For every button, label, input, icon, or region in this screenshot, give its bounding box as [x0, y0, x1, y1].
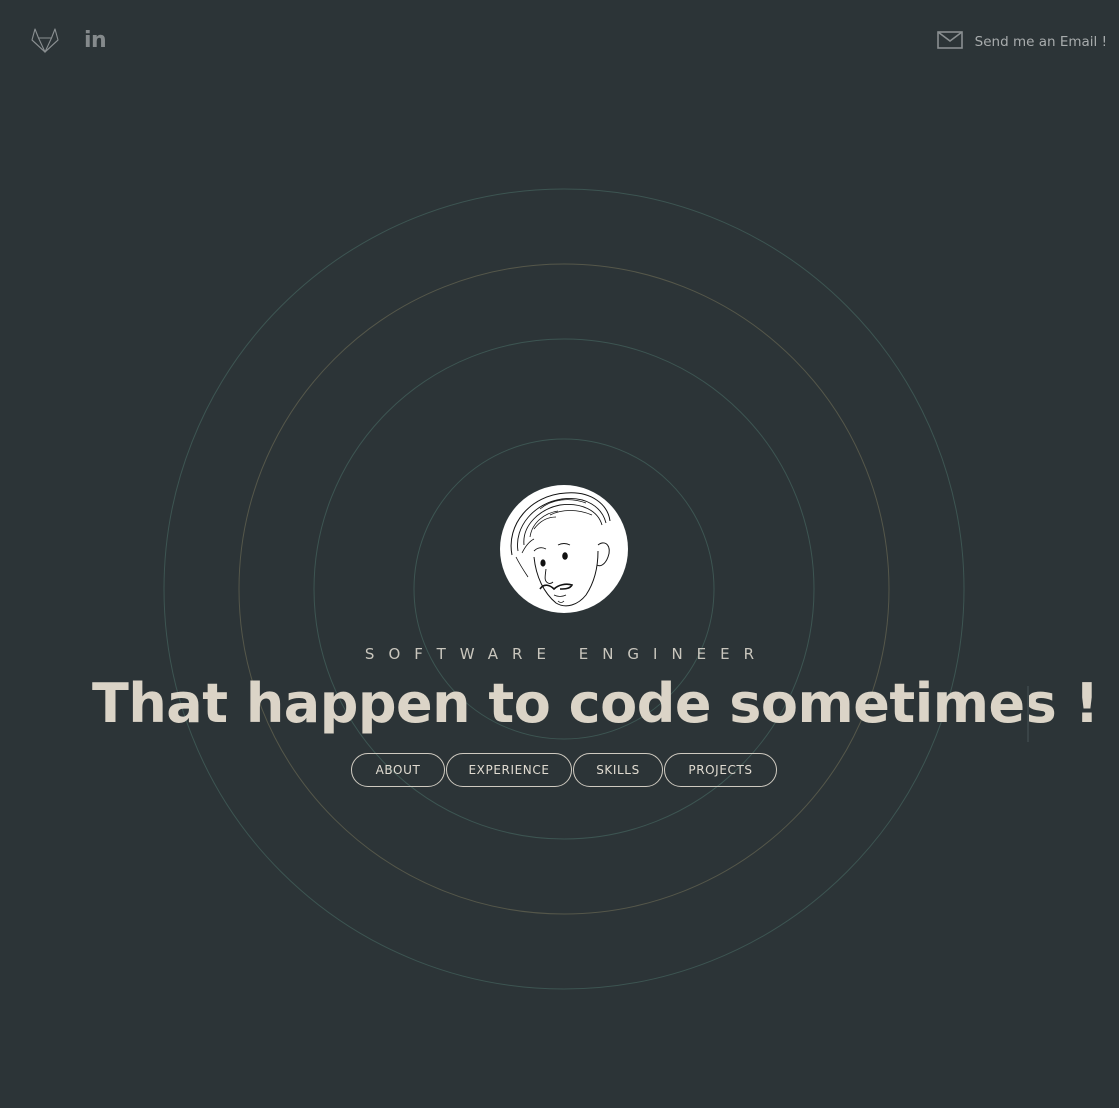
email-label: Send me an Email !	[974, 34, 1107, 50]
avatar	[500, 485, 628, 613]
email-link[interactable]: Send me an Email !	[936, 31, 1107, 53]
social-links: in	[30, 26, 107, 54]
envelope-icon	[936, 31, 963, 53]
nav-experience-button[interactable]: EXPERIENCE	[446, 753, 572, 787]
typing-caret	[1027, 686, 1029, 742]
nav-projects-button[interactable]: PROJECTS	[664, 753, 777, 787]
nav-skills-button[interactable]: SKILLS	[573, 753, 663, 787]
hero-headline: That happen to code sometimes !	[92, 672, 1099, 735]
nav-about-button[interactable]: ABOUT	[351, 753, 445, 787]
linkedin-glyph: in	[84, 28, 107, 53]
linkedin-icon[interactable]: in	[84, 28, 107, 53]
gitlab-icon[interactable]	[30, 26, 60, 54]
avatar-sketch-face	[510, 492, 611, 607]
page: in Send me an Email ! SOFTWARE ENGINEER …	[0, 0, 1119, 1108]
hero-subtitle: SOFTWARE ENGINEER	[364, 645, 769, 663]
section-nav: ABOUT EXPERIENCE SKILLS PROJECTS	[351, 753, 778, 787]
